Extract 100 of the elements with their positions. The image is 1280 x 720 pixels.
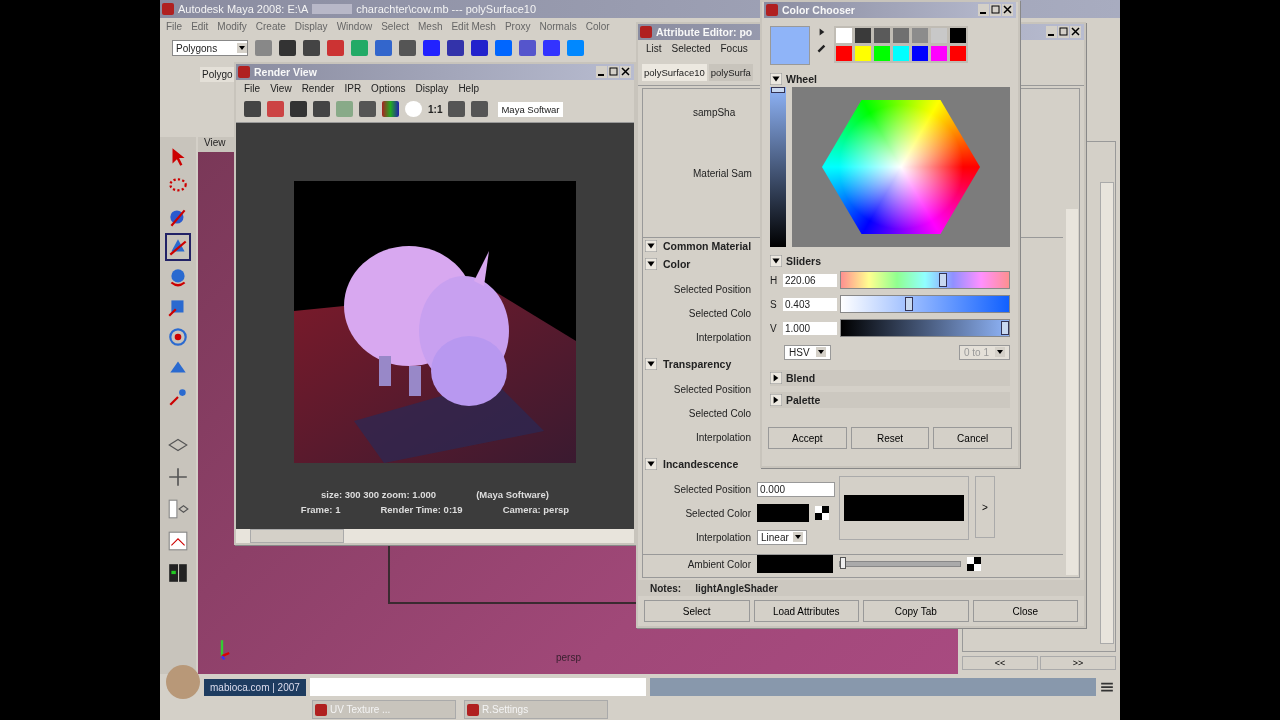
palette-swatch[interactable] [912, 28, 928, 43]
menu-item[interactable]: Edit [191, 21, 209, 32]
slider-thumb[interactable] [1001, 321, 1009, 335]
slider-thumb[interactable] [938, 273, 947, 287]
zoom-button[interactable]: 1:1 [428, 103, 443, 115]
menu-item[interactable]: Window [336, 21, 373, 32]
toolbar-icon[interactable] [448, 101, 466, 117]
dialog-button[interactable]: Cancel [933, 427, 1012, 449]
menu-item[interactable]: List [646, 42, 662, 54]
window-controls-icon[interactable] [1046, 26, 1082, 38]
menu-item[interactable]: Proxy [504, 21, 531, 32]
collapse-toggle[interactable] [770, 73, 782, 85]
menu-item[interactable]: Help [458, 82, 479, 94]
menu-item[interactable]: Display [294, 21, 328, 32]
toolbar-icon[interactable] [471, 101, 489, 117]
dialog-button[interactable]: Close [972, 600, 1078, 622]
palette-swatch[interactable] [855, 46, 871, 61]
palette-swatch[interactable] [855, 28, 871, 43]
window-controls-icon[interactable] [596, 66, 632, 78]
window-controls-icon[interactable] [978, 4, 1014, 16]
expand-ramp-button[interactable]: > [975, 476, 995, 538]
node-tab[interactable]: polySurface10 [642, 64, 707, 81]
checker-icon[interactable] [967, 557, 981, 571]
palette-swatch[interactable] [893, 46, 909, 61]
camera-label: persp [556, 652, 581, 663]
attribute-label: Interpolation [694, 331, 751, 343]
menu-item[interactable]: Normals [539, 21, 577, 32]
menu-item[interactable]: Render [301, 82, 335, 94]
move-icon[interactable] [167, 235, 189, 259]
palette-swatch[interactable] [874, 46, 890, 61]
palette-swatch[interactable] [836, 46, 852, 61]
panel-menu-item[interactable]: View [204, 137, 226, 148]
hypershade-layout-icon[interactable] [167, 561, 189, 585]
menu-icon[interactable] [1100, 680, 1114, 694]
manipulator-icon[interactable] [167, 325, 189, 349]
collapse-toggle[interactable] [645, 240, 657, 252]
menu-item[interactable]: Select [381, 21, 409, 32]
dialog-button[interactable]: Reset [850, 427, 930, 449]
mode-dropdown[interactable]: Polygons [172, 40, 248, 56]
ramp-editor[interactable] [839, 476, 969, 540]
collapse-toggle[interactable] [770, 372, 782, 384]
renderer-dropdown[interactable]: Maya Softwar [498, 101, 563, 117]
palette-swatch[interactable] [874, 28, 890, 43]
position-field[interactable]: 0.000 [757, 481, 835, 497]
menu-item[interactable]: IPR [344, 82, 362, 94]
slider-thumb[interactable] [840, 557, 846, 569]
menu-item[interactable]: Modify [217, 21, 247, 32]
menu-item[interactable]: File [166, 21, 183, 32]
app-logo-icon [766, 4, 778, 16]
collapse-toggle[interactable] [645, 258, 657, 270]
collapse-toggle[interactable] [645, 458, 657, 470]
menu-item[interactable]: Display [415, 82, 449, 94]
menu-item[interactable]: Mesh [418, 21, 443, 32]
interpolation-dropdown[interactable]: Linear [757, 529, 807, 545]
shelf-tab[interactable]: Polygo [200, 67, 235, 82]
outliner-layout-icon[interactable] [167, 497, 189, 521]
palette-swatch[interactable] [931, 46, 947, 61]
dialog-button[interactable]: Copy Tab [863, 600, 969, 622]
page-button[interactable]: << [962, 656, 1038, 670]
four-pane-icon[interactable] [167, 465, 189, 489]
channel-field[interactable]: 220.06 [783, 273, 837, 287]
channel-field[interactable]: 0.403 [783, 297, 837, 311]
eyedropper-icon[interactable] [816, 42, 828, 54]
color-swatch[interactable] [757, 555, 833, 573]
menu-item[interactable]: Color [585, 21, 610, 32]
dialog-button[interactable]: Select [644, 600, 750, 622]
collapse-toggle[interactable] [645, 358, 657, 370]
palette-swatch[interactable] [836, 28, 852, 43]
node-tab[interactable]: polySurfa [708, 64, 753, 81]
scrollbar[interactable] [1100, 182, 1114, 644]
command-field[interactable] [309, 678, 646, 696]
color-channels-icon[interactable] [382, 101, 399, 117]
menu-item[interactable]: Options [371, 82, 406, 94]
channel-slider[interactable] [840, 319, 1010, 337]
page-button[interactable]: >> [1040, 656, 1116, 670]
collapse-toggle[interactable] [770, 394, 782, 406]
color-mode-dropdown[interactable]: HSV [784, 344, 831, 360]
channel-field[interactable]: 1.000 [783, 321, 837, 335]
menu-item[interactable]: Create [255, 21, 286, 32]
graph-layout-icon[interactable] [167, 529, 189, 553]
color-swatch[interactable] [757, 504, 809, 522]
menu-item[interactable]: Focus [720, 42, 748, 54]
menu-item[interactable]: Selected [671, 42, 711, 54]
scrollbar[interactable] [236, 529, 634, 543]
dialog-button[interactable]: Accept [768, 427, 847, 449]
dialog-button[interactable]: Load Attributes [753, 600, 859, 622]
menu-item[interactable]: Edit Mesh [451, 21, 496, 32]
palette-swatch[interactable] [950, 28, 966, 43]
slider-thumb[interactable] [905, 297, 914, 311]
channel-slider[interactable] [840, 295, 1010, 313]
palette-swatch[interactable] [912, 46, 928, 61]
checker-icon[interactable] [815, 506, 829, 520]
menu-item[interactable]: View [270, 82, 292, 94]
channel-slider[interactable] [840, 271, 1010, 289]
scrollbar[interactable] [1066, 209, 1078, 575]
menu-item[interactable]: File [244, 82, 261, 94]
palette-swatch[interactable] [950, 46, 966, 61]
palette-swatch[interactable] [893, 28, 909, 43]
slider-thumb[interactable] [771, 87, 785, 93]
collapse-toggle[interactable] [770, 255, 782, 267]
